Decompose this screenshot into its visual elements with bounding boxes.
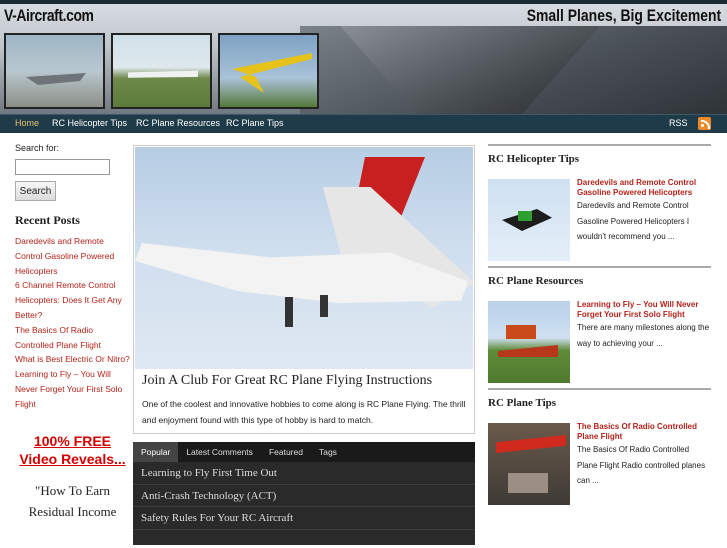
recent-posts-title: Recent Posts <box>15 213 80 227</box>
section-thumbnail[interactable] <box>488 301 570 383</box>
recent-post-link[interactable]: Daredevils and Remote Control Gasoline P… <box>15 234 130 278</box>
main-nav: Home RC Helicopter Tips RC Plane Resourc… <box>0 114 727 133</box>
tab-latest-comments[interactable]: Latest Comments <box>178 442 261 462</box>
tab-bar: Popular Latest Comments Featured Tags <box>133 442 475 462</box>
section-headline[interactable]: The Basics Of Radio Controlled Plane Fli… <box>577 422 711 442</box>
sidebar-section-plane-tips: RC Plane Tips The Basics Of Radio Contro… <box>488 388 711 548</box>
section-excerpt: Daredevils and Remote Control Gasoline P… <box>577 201 690 241</box>
section-headline[interactable]: Daredevils and Remote Control Gasoline P… <box>577 178 711 198</box>
search-input[interactable] <box>15 159 110 175</box>
search-label: Search for: <box>15 143 60 153</box>
recent-posts-list: Daredevils and Remote Control Gasoline P… <box>15 234 130 412</box>
header-thumb-helicopter <box>218 33 319 109</box>
left-sidebar: Search for: Search Recent Posts Daredevi… <box>15 143 130 522</box>
list-item[interactable]: Learning to Fly First Time Out <box>133 462 475 485</box>
nav-rss-link[interactable]: RSS <box>669 118 688 128</box>
plane-gear-shape <box>320 295 328 317</box>
nav-rc-plane-tips[interactable]: RC Plane Tips <box>226 118 284 128</box>
nav-rc-plane-resources[interactable]: RC Plane Resources <box>136 118 220 128</box>
featured-post-title[interactable]: Join A Club For Great RC Plane Flying In… <box>142 373 432 389</box>
featured-post-image[interactable] <box>135 147 473 369</box>
nav-home[interactable]: Home <box>15 118 39 128</box>
section-excerpt: The Basics Of Radio Controlled Plane Fli… <box>577 445 706 485</box>
list-item[interactable]: Anti-Crash Technology (ACT) <box>133 485 475 507</box>
header-jet-image <box>300 26 727 114</box>
tab-popular[interactable]: Popular <box>133 442 179 462</box>
tab-content-list: Learning to Fly First Time Out Anti-Cras… <box>133 462 475 530</box>
rss-icon[interactable] <box>698 117 711 130</box>
section-thumbnail[interactable] <box>488 179 570 261</box>
plane-body-shape <box>135 243 469 303</box>
nav-rc-helicopter-tips[interactable]: RC Helicopter Tips <box>52 118 127 128</box>
site-tagline: Small Planes, Big Excitement <box>526 6 721 25</box>
header-top-line <box>0 0 727 4</box>
sidebar-section-plane-resources: RC Plane Resources Learning to Fly – You… <box>488 266 711 388</box>
tabbed-widget: Popular Latest Comments Featured Tags Le… <box>133 442 475 545</box>
right-sidebar: RC Helicopter Tips Daredevils and Remote… <box>488 144 711 548</box>
header-thumbnails <box>4 33 319 109</box>
site-header: V-Aircraft.com Small Planes, Big Excitem… <box>0 0 727 114</box>
recent-post-link[interactable]: What is Best Electric Or Nitro? <box>15 352 130 367</box>
header-thumb-plane <box>111 33 212 109</box>
plane-gear-shape <box>285 297 293 327</box>
recent-post-link[interactable]: The Basics Of Radio Controlled Plane Fli… <box>15 323 130 353</box>
section-headline[interactable]: Learning to Fly – You Will Never Forget … <box>577 300 711 320</box>
section-excerpt: There are many milestones along the way … <box>577 323 710 348</box>
section-thumbnail[interactable] <box>488 423 570 505</box>
featured-post: Join A Club For Great RC Plane Flying In… <box>133 145 475 434</box>
search-button[interactable]: Search <box>15 181 56 201</box>
list-item[interactable]: Safety Rules For Your RC Aircraft <box>133 507 475 530</box>
tab-tags[interactable]: Tags <box>311 442 345 462</box>
promo-quote: "How To Earn Residual Income <box>28 482 117 519</box>
featured-post-excerpt: One of the coolest and innovative hobbie… <box>142 399 466 425</box>
header-thumb-jet <box>4 33 105 109</box>
recent-post-link[interactable]: Learning to Fly – You Will Never Forget … <box>15 367 130 411</box>
recent-post-link[interactable]: 6 Channel Remote Control Helicopters: Do… <box>15 278 130 322</box>
section-title: RC Helicopter Tips <box>488 153 580 165</box>
site-logo[interactable]: V-Aircraft.com <box>4 6 94 26</box>
tab-featured[interactable]: Featured <box>261 442 311 462</box>
section-title: RC Plane Tips <box>488 397 557 409</box>
section-title: RC Plane Resources <box>488 275 584 287</box>
promo-headline[interactable]: 100% FREE Video Reveals... <box>15 432 130 468</box>
sidebar-section-helicopter-tips: RC Helicopter Tips Daredevils and Remote… <box>488 144 711 266</box>
